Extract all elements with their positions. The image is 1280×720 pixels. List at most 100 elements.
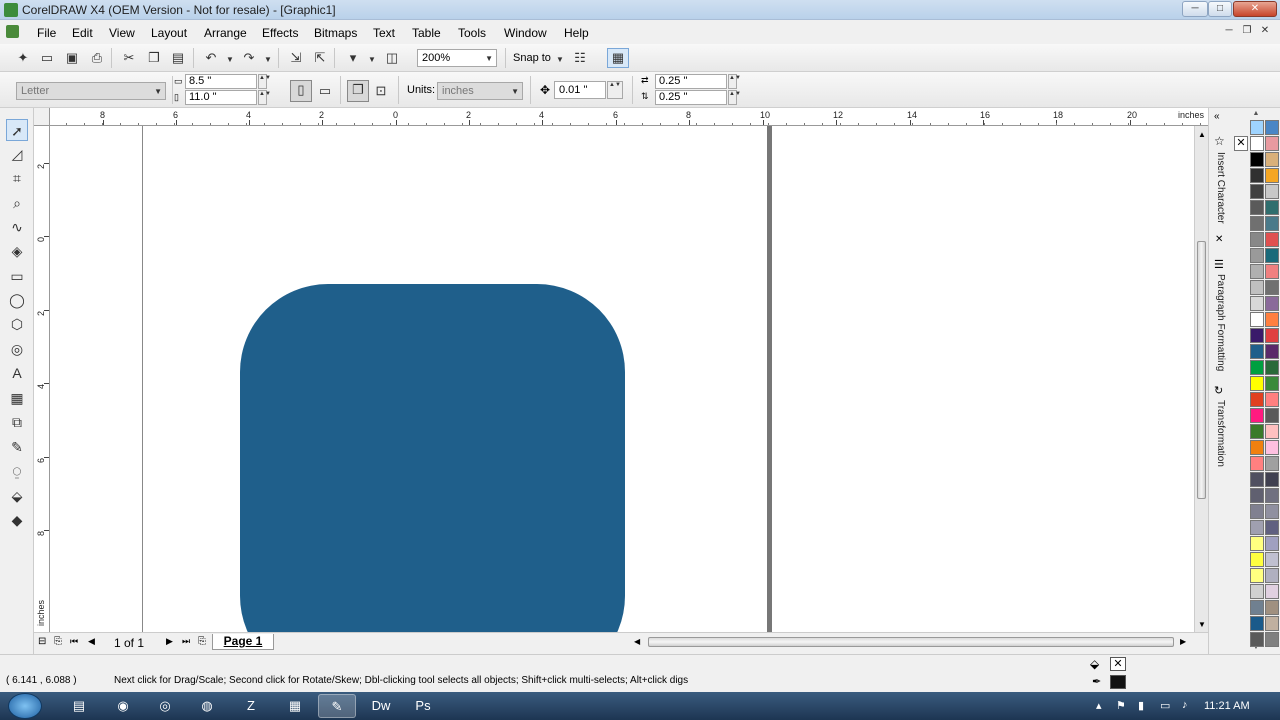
horizontal-scroll-thumb[interactable] [648, 637, 1174, 647]
color-swatch[interactable] [1265, 424, 1279, 439]
color-swatch[interactable] [1250, 536, 1264, 551]
table-tool-icon[interactable]: ▦ [6, 387, 28, 409]
export-icon[interactable]: ⇱ [311, 49, 329, 67]
nudge-spinner[interactable]: ▲▼ [607, 81, 623, 99]
snap-to-arrow[interactable]: ▼ [556, 55, 564, 64]
color-swatch[interactable] [1250, 264, 1264, 279]
color-swatch[interactable] [1250, 200, 1264, 215]
docker-collapse-icon[interactable]: « [1214, 111, 1220, 122]
menu-edit[interactable]: Edit [72, 26, 93, 40]
color-swatch[interactable] [1250, 328, 1264, 343]
duplicate-distance-y-field[interactable]: 0.25 " [655, 90, 727, 105]
color-swatch[interactable] [1265, 408, 1279, 423]
docker-close-icon[interactable]: ✕ [1215, 234, 1223, 245]
new-document-icon[interactable]: ✦ [14, 49, 32, 67]
pick-tool-icon[interactable]: ➚ [6, 119, 28, 141]
color-swatch[interactable] [1265, 568, 1279, 583]
document-icon[interactable] [6, 25, 19, 38]
color-swatch[interactable] [1265, 456, 1279, 471]
menu-window[interactable]: Window [504, 26, 547, 40]
undo-icon[interactable]: ↶ [202, 49, 220, 67]
duplicate-y-spinner[interactable]: ▲▼ [728, 90, 741, 105]
start-button[interactable] [8, 693, 42, 719]
scroll-left-arrow[interactable]: ◀ [634, 637, 640, 646]
color-swatch[interactable] [1265, 472, 1279, 487]
taskbar-notepad-icon[interactable]: ▦ [276, 694, 314, 718]
menu-arrange[interactable]: Arrange [204, 26, 247, 40]
text-tool-icon[interactable]: A [6, 362, 28, 384]
color-swatch[interactable] [1265, 168, 1279, 183]
coreldraw-app-icon[interactable] [4, 3, 18, 17]
duplicate-x-spinner[interactable]: ▲▼ [728, 74, 741, 89]
color-swatch[interactable] [1250, 280, 1264, 295]
tray-network-icon[interactable]: ▴ [1096, 699, 1102, 712]
redo-icon[interactable]: ↷ [240, 49, 258, 67]
landscape-icon[interactable]: ▭ [316, 82, 334, 100]
color-swatch[interactable] [1265, 616, 1279, 631]
drawing-canvas[interactable] [50, 126, 1194, 632]
rectangle-tool-icon[interactable]: ▭ [6, 265, 28, 287]
next-page-icon[interactable]: ▶ [166, 636, 173, 647]
last-page-icon[interactable]: ⏭ [182, 636, 190, 647]
taskbar-chrome-icon[interactable]: ◎ [146, 694, 184, 718]
shape-tool-icon[interactable]: ◿ [6, 143, 28, 165]
color-swatch[interactable] [1250, 360, 1264, 375]
docker-tab-insert-character[interactable]: Insert Character [1215, 152, 1226, 224]
zoom-tool-icon[interactable]: ⌕ [6, 192, 28, 214]
menu-help[interactable]: Help [564, 26, 589, 40]
chevron-down-icon[interactable]: ▼ [154, 87, 162, 96]
scroll-down-arrow[interactable]: ▼ [1198, 620, 1206, 629]
all-pages-icon[interactable]: ❐ [347, 80, 369, 102]
color-swatch[interactable] [1265, 536, 1279, 551]
rounded-rectangle-shape[interactable] [240, 284, 625, 632]
color-swatch[interactable] [1250, 120, 1264, 135]
color-swatch[interactable] [1265, 248, 1279, 263]
document-minimize-button[interactable]: ─ [1222, 24, 1236, 38]
color-swatch[interactable] [1265, 584, 1279, 599]
page-width-field[interactable]: 8.5 " [185, 74, 257, 89]
menu-effects[interactable]: Effects [262, 26, 298, 40]
close-button[interactable]: ✕ [1233, 1, 1277, 17]
undo-dropdown-arrow[interactable]: ▼ [226, 55, 234, 64]
previous-page-icon[interactable]: ◀ [88, 636, 95, 647]
color-swatch[interactable] [1250, 376, 1264, 391]
color-swatch[interactable] [1265, 632, 1279, 647]
options-icon[interactable]: ☷ [571, 49, 589, 67]
menu-text[interactable]: Text [373, 26, 395, 40]
vertical-scroll-thumb[interactable] [1197, 241, 1206, 499]
color-swatch[interactable] [1265, 280, 1279, 295]
color-swatch[interactable] [1250, 488, 1264, 503]
fill-tool-icon[interactable]: ⬙ [6, 485, 28, 507]
taskbar-coreldraw-icon[interactable]: ✎ [318, 694, 356, 718]
color-swatch[interactable] [1265, 120, 1279, 135]
interactive-fill-tool-icon[interactable]: ◆ [6, 509, 28, 531]
color-swatch[interactable] [1265, 184, 1279, 199]
freehand-tool-icon[interactable]: ∿ [6, 216, 28, 238]
palette-scroll-up-arrow[interactable]: ▲ [1234, 110, 1278, 118]
color-swatch[interactable] [1250, 552, 1264, 567]
taskbar-firefox-icon[interactable]: ◍ [188, 694, 226, 718]
color-swatch[interactable] [1250, 568, 1264, 583]
snap-to-dropdown[interactable]: Snap to [513, 52, 551, 64]
color-swatch[interactable] [1250, 136, 1264, 151]
docker-tab-transformation[interactable]: Transformation [1215, 400, 1226, 467]
color-swatch[interactable] [1265, 488, 1279, 503]
portrait-icon[interactable]: ▯ [290, 80, 312, 102]
docker-tab-paragraph-formatting[interactable]: Paragraph Formatting [1215, 274, 1226, 371]
color-swatch[interactable] [1265, 360, 1279, 375]
color-swatch[interactable] [1250, 472, 1264, 487]
duplicate-distance-x-field[interactable]: 0.25 " [655, 74, 727, 89]
clock[interactable]: 11:21 AM [1204, 700, 1250, 712]
color-swatch[interactable] [1250, 296, 1264, 311]
color-swatch[interactable] [1250, 248, 1264, 263]
color-swatch[interactable] [1265, 136, 1279, 151]
taskbar-photoshop-icon[interactable]: Ps [404, 694, 442, 718]
color-swatch[interactable] [1265, 296, 1279, 311]
add-page-before-icon[interactable]: ⎘ [54, 636, 62, 647]
smart-fill-tool-icon[interactable]: ◈ [6, 240, 28, 262]
color-swatch[interactable] [1265, 232, 1279, 247]
paste-icon[interactable]: ▤ [169, 49, 187, 67]
menu-tools[interactable]: Tools [458, 26, 486, 40]
minimize-button[interactable]: ─ [1182, 1, 1208, 17]
taskbar-filezilla-icon[interactable]: Z [232, 694, 270, 718]
